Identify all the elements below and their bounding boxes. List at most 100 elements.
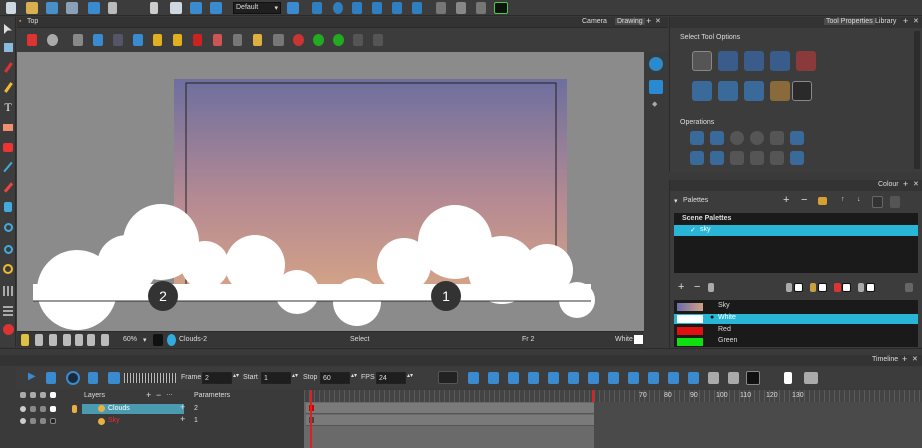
tab-drawing[interactable]: Drawing [615,18,645,25]
stage-area[interactable]: 2 1 [17,52,644,331]
copy-icon[interactable] [170,2,182,14]
line-swatch-icon[interactable] [858,283,864,292]
bone-icon[interactable] [436,2,446,14]
line-style-icon[interactable] [438,371,458,384]
abc-icon[interactable] [804,372,818,384]
eraser-tool-icon[interactable] [0,119,16,135]
new-icon[interactable] [6,2,16,14]
brush-tool-icon[interactable] [0,59,16,75]
colour-add-icon[interactable]: + [903,179,908,189]
brush-colour-swatch[interactable] [794,283,803,292]
palette-item-sky[interactable]: ✓ sky [674,225,918,236]
sky-frames[interactable] [306,415,594,426]
text-tool-icon[interactable]: T [0,99,16,115]
workspace-select[interactable]: Default ▾ [233,2,281,14]
timeline-close-icon[interactable]: ✕ [912,355,918,363]
fps-stepper-icon[interactable]: ▴▾ [407,372,413,379]
select-tool-icon[interactable] [0,21,16,37]
dropper-tool-icon[interactable] [0,179,16,195]
paint-bucket-icon[interactable] [0,321,16,337]
scale-icon[interactable] [352,2,362,14]
clouds-color-icon[interactable] [40,406,46,412]
palettes-collapse-icon[interactable]: ▾ [674,197,678,205]
rotate-icon[interactable] [333,2,343,14]
tab-library[interactable]: Library [875,18,896,25]
timeline-add-icon[interactable]: + [902,354,907,364]
keyframe-tool-1[interactable] [468,372,479,384]
sky-swatch[interactable] [50,418,56,424]
motion-icon[interactable] [548,372,559,384]
settings-icon[interactable] [47,34,58,46]
onion-icon[interactable] [273,34,284,46]
mode-icon-2[interactable] [49,334,57,346]
line-colour-swatch[interactable] [866,283,875,292]
op-icon-7[interactable] [690,151,704,165]
mode-icon-1[interactable] [35,334,43,346]
library-icon[interactable] [210,2,222,14]
kinematic-icon[interactable] [456,2,466,14]
link-colour-icon[interactable] [905,283,913,292]
close-view-icon[interactable]: ✕ [655,17,661,25]
save-icon[interactable] [46,2,58,14]
close-panel-icon[interactable]: ✕ [913,17,919,25]
snap-grid-icon[interactable] [796,51,816,71]
layer-lock-toggle[interactable] [30,392,36,398]
paint-tool-icon[interactable] [0,139,16,155]
light-table-icon[interactable] [353,34,363,46]
deform-icon[interactable] [412,2,422,14]
flip-v-icon[interactable] [710,131,724,145]
op-icon-12[interactable] [790,151,804,165]
colour-close-icon[interactable]: ✕ [913,180,919,188]
safe-area-icon[interactable] [93,34,103,46]
palette-folder-icon[interactable] [818,197,827,205]
hold-icon[interactable] [746,371,760,385]
keyframe-tool-4[interactable] [608,372,619,384]
grid-tool-icon[interactable] [0,283,16,299]
keyframe-tool-3[interactable] [588,372,599,384]
stop-motion-icon[interactable] [568,372,579,384]
skew-icon[interactable] [372,2,382,14]
palette-menu-icon[interactable] [890,196,900,208]
onion-next-icon[interactable] [313,34,324,46]
op-icon-10[interactable] [750,151,764,165]
keyframe-tool-2[interactable] [488,372,499,384]
sound-icon[interactable] [88,372,98,384]
blank-cell-icon[interactable] [784,372,792,384]
stop-marker[interactable] [592,390,594,402]
clouds-name-box[interactable]: Clouds [82,404,184,414]
layer-eye-toggle[interactable] [20,392,26,398]
play-icon[interactable]: ▶ [28,371,36,382]
colour-dropper-icon[interactable] [708,283,714,292]
workspace-icon[interactable] [287,2,299,14]
distribute-icon[interactable] [790,131,804,145]
fps-field[interactable]: 24 [376,372,406,384]
line-tool-icon[interactable] [0,159,16,175]
tool-properties-scrollbar[interactable] [914,31,920,169]
clouds-swatch[interactable] [50,406,56,412]
snap-point-icon[interactable] [770,51,790,71]
smooth-icon[interactable] [770,131,784,145]
scene-icon[interactable] [66,2,78,14]
line-stroke-icon[interactable] [233,34,242,46]
grid-icon[interactable] [73,34,83,46]
add-view-icon[interactable]: + [646,16,651,26]
brush-stroke-icon[interactable] [213,34,222,46]
open-icon[interactable] [26,2,38,14]
zoom-tool-icon[interactable] [0,241,16,257]
layer-row-clouds[interactable]: Clouds + 2 [16,402,302,415]
tab-tool-properties[interactable]: Tool Properties [824,18,875,25]
op-icon-9[interactable] [730,151,744,165]
contour-editor-icon[interactable] [0,39,16,55]
export-icon[interactable] [88,2,100,14]
start-field[interactable]: 1 [261,372,291,384]
pencil-colour-swatch[interactable] [818,283,827,292]
reset-view-icon[interactable] [27,34,37,46]
morphing-tool-icon[interactable] [0,219,16,235]
sky-lock-icon[interactable] [30,418,36,424]
add-colour-icon[interactable]: + [678,281,684,293]
game-icon[interactable] [494,2,508,14]
op-icon-11[interactable] [770,151,784,165]
zoom-level[interactable]: 60% [123,336,137,343]
lock-icon[interactable] [153,34,162,46]
brush-swatch-icon[interactable] [786,283,792,292]
